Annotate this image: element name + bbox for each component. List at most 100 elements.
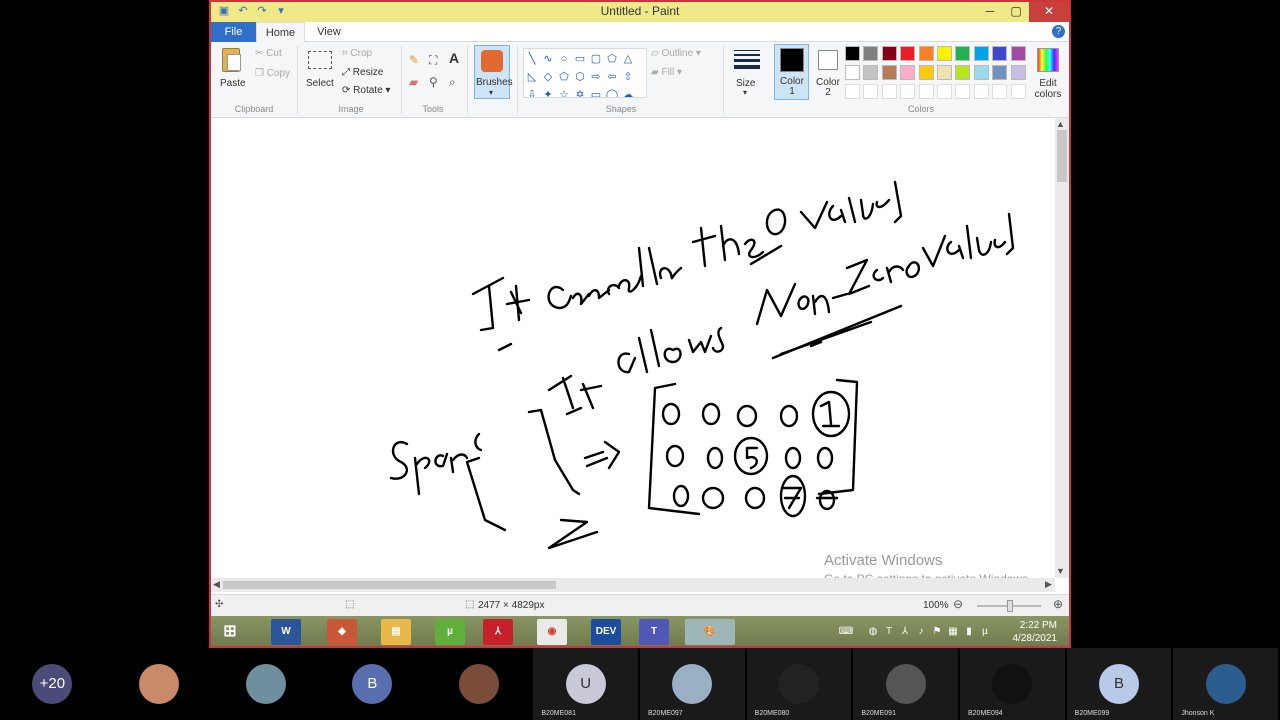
close-button[interactable]: ✕ [1029,2,1069,22]
shape-oval-callout-icon[interactable]: ◯ [604,87,620,97]
palette-swatch[interactable] [992,46,1008,61]
color1-button[interactable]: Color 1 [774,44,809,100]
text-tool-icon[interactable]: A [449,51,459,65]
teams-taskbar-icon[interactable]: T [639,619,669,645]
scroll-left-icon[interactable]: ◀ [213,579,220,590]
cut-button[interactable]: ✂ Cut [255,48,282,59]
zoom-out-icon[interactable]: ⊖ [953,597,963,611]
palette-swatch[interactable] [845,46,860,61]
shape-cloud-icon[interactable]: ☁ [620,87,636,97]
file-explorer-taskbar-icon[interactable]: ▤ [381,619,411,645]
palette-swatch[interactable] [937,65,952,80]
palette-swatch[interactable] [863,46,879,61]
custom-color-slot[interactable] [973,84,989,99]
crop-button[interactable]: ⌗ Crop [342,48,372,59]
shapes-gallery[interactable]: ╲ ∿ ○ ▭ ▢ ⬠ △ ◺ ◇ ⬠ ⬡ ⇨ ⇦ ⇧ ⇩ ✦ ☆ ✡ ▭ ◯ ☁ [523,48,647,98]
paste-button[interactable]: Paste [220,78,246,89]
shape-up-arrow-icon[interactable]: ⇧ [620,69,636,85]
custom-color-slot[interactable] [992,84,1008,99]
palette-swatch[interactable] [918,65,934,80]
custom-color-slot[interactable] [845,84,860,99]
participant-tile[interactable] [427,648,532,720]
palette-swatch[interactable] [845,65,860,80]
shape-hexagon-icon[interactable]: ⬡ [572,69,588,85]
start-button[interactable]: ⊞ [215,619,245,645]
paste-icon[interactable] [222,48,241,72]
custom-color-slot[interactable] [1010,84,1026,99]
fill-bucket-icon[interactable]: ⛶ [429,54,437,66]
palette-swatch[interactable] [863,65,879,80]
tab-view[interactable]: View [311,22,347,42]
palette-swatch[interactable] [992,65,1008,80]
volume-icon[interactable]: ♪ [915,626,927,638]
palette-swatch[interactable] [900,65,916,80]
shape-5star-icon[interactable]: ☆ [556,87,572,97]
magnifier-icon[interactable]: ⌕ [449,76,456,88]
shape-diamond-icon[interactable]: ◇ [540,69,556,85]
shape-left-arrow-icon[interactable]: ⇦ [604,69,620,85]
custom-color-slot[interactable] [863,84,879,99]
palette-swatch[interactable] [973,46,989,61]
shape-right-arrow-icon[interactable]: ⇨ [588,69,604,85]
network-icon[interactable]: ▦ [947,626,959,638]
edit-colors-button[interactable]: Edit colors [1033,78,1063,100]
drawing-canvas[interactable] [211,118,1055,578]
vertical-scrollbar[interactable]: ▲ ▼ [1055,118,1069,578]
palette-swatch[interactable] [918,46,934,61]
copy-button[interactable]: ❐ Copy [255,68,290,79]
palette-swatch[interactable] [955,46,971,61]
size-icon[interactable] [734,50,760,72]
paint-taskbar-icon[interactable]: 🎨 [685,619,735,645]
participant-tile[interactable]: B20ME080 [746,648,852,720]
acrobat-tray-icon[interactable]: ⅄ [899,626,911,638]
canvas-area[interactable]: Activate Windows Go to PC settings to ac… [211,118,1069,598]
select-button[interactable]: Select [306,78,334,89]
shape-curve-icon[interactable]: ∿ [540,51,556,67]
brushes-button[interactable]: Brushes ▾ [474,45,513,99]
flag-icon[interactable]: ⚑ [931,626,943,638]
shape-pentagon-icon[interactable]: ⬠ [556,69,572,85]
palette-swatch[interactable] [955,65,971,80]
dev-taskbar-icon[interactable]: DEV [591,619,621,645]
participant-tile[interactable]: +20 [0,648,105,720]
participant-tile[interactable] [213,648,318,720]
palette-swatch[interactable] [881,65,897,80]
participant-tile[interactable]: B20ME094 [960,648,1065,720]
edit-colors-icon[interactable] [1037,48,1059,72]
outline-button[interactable]: ▱ Outline ▾ [651,48,701,59]
custom-color-slot[interactable] [900,84,916,99]
utorrent-taskbar-icon[interactable]: µ [435,619,465,645]
zoom-slider[interactable] [977,600,1041,612]
tab-home[interactable]: Home [256,22,305,42]
participant-tile[interactable]: B [320,648,425,720]
keyboard-icon[interactable]: ⌨ [835,626,857,638]
battery-icon[interactable]: ▮ [963,626,975,638]
word-taskbar-icon[interactable]: W [271,619,301,645]
palette-swatch[interactable] [900,46,916,61]
participant-tile[interactable]: B B20ME099 [1066,648,1172,720]
utorrent-tray-icon[interactable]: µ [979,626,991,638]
acrobat-taskbar-icon[interactable]: ⅄ [483,619,513,645]
tray-app-icon[interactable]: ◍ [867,626,879,638]
shape-oval-icon[interactable]: ○ [556,51,572,67]
zoom-in-icon[interactable]: ⊕ [1053,597,1063,611]
shape-callout-icon[interactable]: ▭ [588,87,604,97]
participant-tile[interactable] [107,648,212,720]
maximize-button[interactable]: ▢ [1003,2,1029,22]
zoom-slider-knob[interactable] [1007,600,1013,612]
color-picker-icon[interactable]: ⚲ [429,76,438,88]
vertical-scroll-thumb[interactable] [1057,130,1067,182]
pencil-icon[interactable]: ✎ [409,54,419,66]
participant-tile[interactable]: B20ME091 [853,648,958,720]
custom-color-slot[interactable] [937,84,952,99]
clock[interactable]: 2:22 PM 4/28/2021 [1013,619,1058,645]
custom-color-slot[interactable] [955,84,971,99]
scroll-right-icon[interactable]: ▶ [1045,579,1052,590]
custom-color-slot[interactable] [881,84,897,99]
teams-tray-icon[interactable]: T [883,626,895,638]
palette-swatch[interactable] [1010,65,1026,80]
tab-file[interactable]: File [211,22,256,42]
shape-rectangle-icon[interactable]: ▭ [572,51,588,67]
help-icon[interactable]: ? [1052,25,1065,38]
palette-swatch[interactable] [881,46,897,61]
